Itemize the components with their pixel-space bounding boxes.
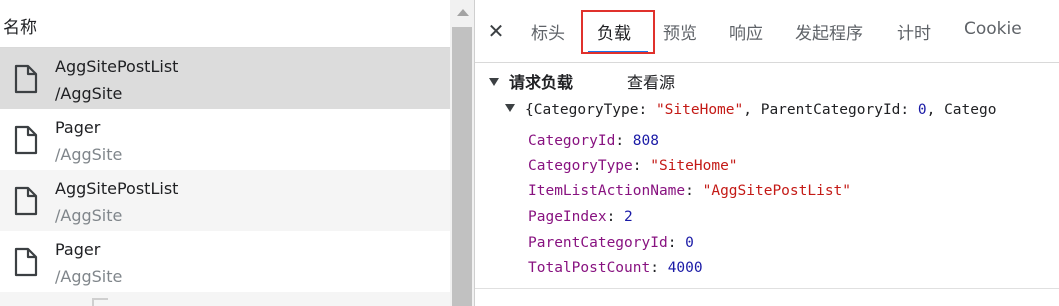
tab-headers[interactable]: 标头 xyxy=(531,19,565,44)
tab-preview[interactable]: 预览 xyxy=(663,19,697,44)
request-rows: AggSitePostList /AggSite Pager /AggSite … xyxy=(0,48,450,306)
payload-property[interactable]: TotalPostCount: 4000 xyxy=(528,260,703,276)
summary-parent-id: 0 xyxy=(917,102,927,118)
request-row[interactable]: AggSitePostList /AggSite xyxy=(0,170,450,231)
payload-property[interactable]: CategoryId: 808 xyxy=(528,133,659,149)
summary-open: {CategoryType: xyxy=(525,102,656,118)
summary-mid: , ParentCategoryId: xyxy=(743,102,918,118)
name-column-header[interactable]: 名称 xyxy=(0,0,450,48)
document-icon xyxy=(14,64,38,94)
payload-property[interactable]: PageIndex: 2 xyxy=(528,209,633,225)
section-title: 请求负载 xyxy=(509,73,574,92)
section-divider xyxy=(475,288,1059,289)
request-payload-section[interactable]: 请求负载 查看源 xyxy=(489,69,675,93)
request-path: /AggSite xyxy=(55,267,123,286)
request-row[interactable]: AggSitePostList /AggSite xyxy=(0,48,450,109)
request-path: /AggSite xyxy=(55,84,123,103)
tab-timing[interactable]: 计时 xyxy=(897,19,931,44)
cut-off-row-content xyxy=(92,298,108,306)
request-row[interactable]: Pager /AggSite xyxy=(0,109,450,170)
property-key: TotalPostCount xyxy=(528,260,651,276)
summary-category-type: "SiteHome" xyxy=(655,102,744,118)
request-name: Pager xyxy=(55,240,101,259)
payload-property[interactable]: ItemListActionName: "AggSitePostList" xyxy=(528,183,851,199)
property-value: "AggSitePostList" xyxy=(702,183,852,199)
scrollbar-thumb[interactable] xyxy=(452,27,472,306)
summary-tail: , Catego xyxy=(926,102,997,118)
payload-property[interactable]: ParentCategoryId: 0 xyxy=(528,235,694,251)
property-key: ItemListActionName xyxy=(528,183,686,199)
request-path: /AggSite xyxy=(55,145,123,164)
document-icon xyxy=(14,125,38,155)
property-value: 0 xyxy=(685,235,694,251)
property-value: "SiteHome" xyxy=(650,158,738,174)
close-icon[interactable]: ✕ xyxy=(485,20,507,42)
request-name: AggSitePostList xyxy=(55,57,179,76)
request-row[interactable]: Pager /AggSite xyxy=(0,231,450,292)
expand-triangle-icon[interactable] xyxy=(489,77,499,86)
request-name: AggSitePostList xyxy=(55,179,179,198)
tab-response[interactable]: 响应 xyxy=(729,19,763,44)
vertical-scrollbar[interactable] xyxy=(450,0,474,306)
document-icon xyxy=(14,247,38,277)
property-key: ParentCategoryId xyxy=(528,235,668,251)
property-value: 4000 xyxy=(667,260,703,276)
document-icon xyxy=(14,186,38,216)
request-path: /AggSite xyxy=(55,206,123,225)
highlight-box xyxy=(581,10,655,54)
request-row-partial[interactable] xyxy=(0,292,450,306)
property-key: CategoryType xyxy=(528,158,633,174)
name-column-label: 名称 xyxy=(3,18,37,38)
tab-cookies[interactable]: Cookie xyxy=(964,19,1022,39)
property-value: 2 xyxy=(624,209,633,225)
property-key: CategoryId xyxy=(528,133,616,149)
property-value: 808 xyxy=(632,133,659,149)
request-name: Pager xyxy=(55,118,101,137)
tab-initiator[interactable]: 发起程序 xyxy=(795,19,863,44)
network-request-list: 名称 AggSitePostList /AggSite Pager /AggSi… xyxy=(0,0,474,306)
payload-object-summary[interactable]: {CategoryType: "SiteHome", ParentCategor… xyxy=(505,102,996,118)
details-tab-bar: ✕ 标头 负载 预览 响应 发起程序 计时 Cookie xyxy=(475,0,1059,63)
view-source-link[interactable]: 查看源 xyxy=(627,69,675,93)
property-key: PageIndex xyxy=(528,209,607,225)
payload-property[interactable]: CategoryType: "SiteHome" xyxy=(528,158,738,174)
expand-triangle-icon[interactable] xyxy=(505,104,515,112)
scroll-up-arrow-icon[interactable] xyxy=(457,9,469,16)
request-details-panel: ✕ 标头 负载 预览 响应 发起程序 计时 Cookie 请求负载 查看源 {C… xyxy=(475,0,1059,306)
